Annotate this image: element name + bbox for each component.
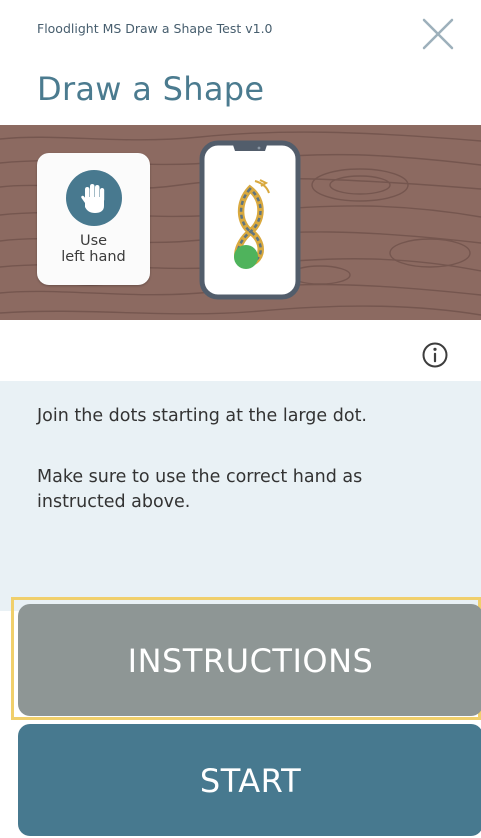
instruction-text-2: Make sure to use the correct hand as ins… [37,467,363,512]
left-hand-icon [81,184,105,213]
hand-icon-circle [66,170,122,226]
info-icon [422,342,448,368]
close-icon [422,18,454,50]
hand-instruction-card: Use left hand [37,153,150,285]
instructions-button[interactable]: INSTRUCTIONS [18,604,481,716]
start-button[interactable]: START [18,724,481,836]
phone-figure-eight-icon [199,140,301,300]
app-version-label: Floodlight MS Draw a Shape Test v1.0 [37,21,273,36]
info-button[interactable] [419,339,451,371]
instruction-text-1: Join the dots starting at the large dot. [37,406,367,426]
page-title: Draw a Shape [37,70,265,108]
close-button[interactable] [414,10,462,58]
hand-label-line2: left hand [61,249,126,265]
top-bar: Floodlight MS Draw a Shape Test v1.0 [0,0,481,70]
phone-illustration [199,140,301,300]
hand-instruction-label: Use left hand [37,233,150,265]
hand-label-line1: Use [79,233,108,249]
